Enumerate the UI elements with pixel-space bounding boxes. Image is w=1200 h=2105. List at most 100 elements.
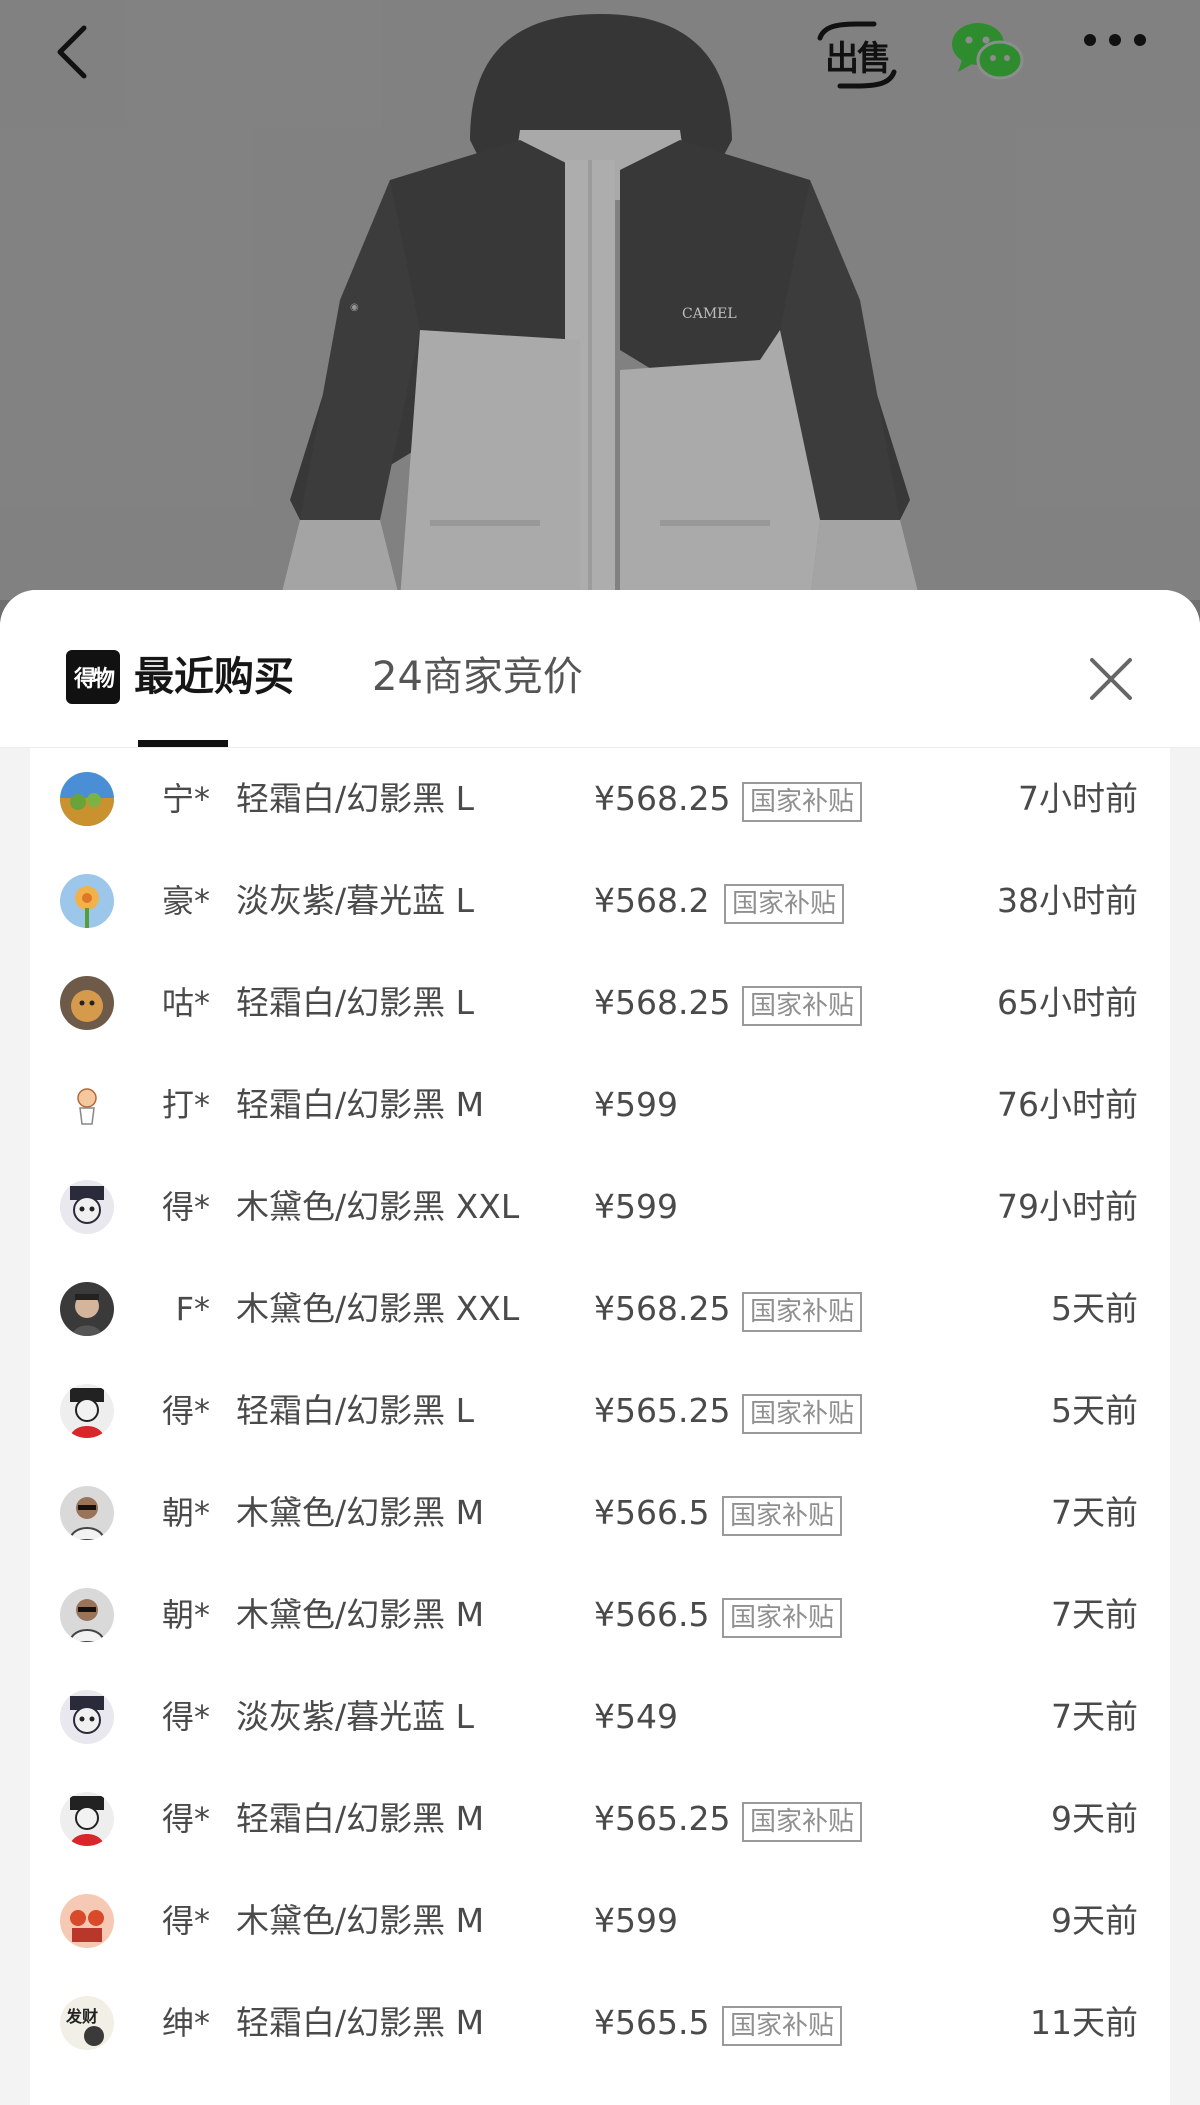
subsidy-badge: 国家补贴: [742, 1292, 863, 1332]
more-options-icon[interactable]: [1080, 30, 1164, 80]
list-item: F* 木黛色/幻影黑 XXL ¥568.25 国家补贴 5天前: [30, 1258, 1170, 1360]
price: ¥549: [594, 1697, 678, 1736]
purchase-time: 7小时前: [1018, 779, 1138, 818]
price: ¥599: [594, 1187, 678, 1226]
subsidy-badge: 国家补贴: [742, 986, 863, 1026]
list-item: 发财 绅* 轻霜白/幻影黑 M ¥565.5 国家补贴 11天前: [30, 1972, 1170, 2074]
subsidy-badge: 国家补贴: [722, 1598, 843, 1638]
list-item: 得* 淡灰紫/暮光蓝 L ¥549 7天前: [30, 1666, 1170, 1768]
price: ¥599: [594, 1085, 678, 1124]
price: ¥566.5: [594, 1595, 710, 1634]
buyer-name: 得*: [161, 1392, 210, 1430]
subsidy-badge: 国家补贴: [722, 1496, 843, 1536]
purchase-time: 65小时前: [997, 983, 1138, 1022]
sku-spec: 轻霜白/幻影黑 L: [236, 983, 474, 1022]
avatar: [60, 772, 114, 826]
purchase-time: 76小时前: [997, 1085, 1138, 1124]
tab-merchant-bids[interactable]: 24商家竞价: [372, 650, 583, 704]
back-icon[interactable]: [52, 22, 112, 88]
sku-spec: 木黛色/幻影黑 M: [236, 1493, 485, 1532]
sku-spec: 木黛色/幻影黑 XXL: [236, 1289, 520, 1328]
price: ¥568.25: [594, 1289, 731, 1328]
recent-purchases-sheet: 得物 最近购买 24商家竞价 宁* 轻霜白/幻影黑 L ¥568.25 国家补贴…: [0, 590, 1200, 2105]
purchase-time: 7天前: [1051, 1595, 1138, 1634]
sku-spec: 淡灰紫/暮光蓝 L: [236, 1697, 474, 1736]
subsidy-badge: 国家补贴: [742, 1802, 863, 1842]
list-item: 朝* 木黛色/幻影黑 M ¥566.5 国家补贴 7天前: [30, 1462, 1170, 1564]
buyer-name: 得*: [161, 1902, 210, 1940]
purchase-time: 5天前: [1051, 1391, 1138, 1430]
buyer-name: 宁*: [161, 780, 210, 818]
tab-recent-purchases[interactable]: 最近购买: [134, 650, 294, 704]
subsidy-badge: 国家补贴: [724, 884, 845, 924]
subsidy-badge: 国家补贴: [742, 782, 863, 822]
list-item: 得* 木黛色/幻影黑 XXL ¥599 79小时前: [30, 1156, 1170, 1258]
avatar: [60, 1894, 114, 1948]
list-item: 朝* 木黛色/幻影黑 M ¥566.5 国家补贴 7天前: [30, 1564, 1170, 1666]
avatar: [60, 1078, 114, 1132]
price: ¥568.25: [594, 779, 731, 818]
list-item: 得* 轻霜白/幻影黑 M ¥565.25 国家补贴 9天前: [30, 1768, 1170, 1870]
price: ¥568.25: [594, 983, 731, 1022]
sheet-header: 得物 最近购买 24商家竞价: [0, 590, 1200, 748]
purchase-time: 9天前: [1051, 1799, 1138, 1838]
avatar: 发财: [60, 1996, 114, 2050]
purchase-list: 宁* 轻霜白/幻影黑 L ¥568.25 国家补贴 7小时前 豪* 淡灰紫/暮光…: [30, 748, 1170, 2105]
sku-spec: 轻霜白/幻影黑 L: [236, 779, 474, 818]
avatar: [60, 1384, 114, 1438]
active-tab-indicator: [138, 740, 228, 747]
purchase-time: 7天前: [1051, 1697, 1138, 1736]
purchase-time: 38小时前: [997, 881, 1138, 920]
buyer-name: 豪*: [161, 882, 210, 920]
list-item: 得* 木黛色/幻影黑 M ¥599 9天前: [30, 1870, 1170, 1972]
close-icon[interactable]: [1086, 654, 1136, 704]
purchase-time: 7天前: [1051, 1493, 1138, 1532]
sku-spec: 轻霜白/幻影黑 L: [236, 1391, 474, 1430]
sell-button[interactable]: 出售: [812, 18, 902, 92]
price: ¥565.25: [594, 1391, 731, 1430]
subsidy-badge: 国家补贴: [722, 2006, 843, 2046]
sku-spec: 轻霜白/幻影黑 M: [236, 2003, 485, 2042]
list-item: 咕* 轻霜白/幻影黑 L ¥568.25 国家补贴 65小时前: [30, 952, 1170, 1054]
avatar: [60, 1486, 114, 1540]
dewu-logo-icon: 得物: [66, 650, 120, 704]
price: ¥565.25: [594, 1799, 731, 1838]
buyer-name: 绅*: [161, 2004, 210, 2042]
buyer-name: 朝*: [161, 1494, 210, 1532]
sku-spec: 轻霜白/幻影黑 M: [236, 1799, 485, 1838]
buyer-name: 打*: [161, 1086, 210, 1124]
sku-spec: 轻霜白/幻影黑 M: [236, 1085, 485, 1124]
sku-spec: 木黛色/幻影黑 XXL: [236, 1187, 520, 1226]
avatar: [60, 1690, 114, 1744]
avatar: [60, 1588, 114, 1642]
list-item: 宁* 轻霜白/幻影黑 L ¥568.25 国家补贴 7小时前: [30, 748, 1170, 850]
wechat-share-icon[interactable]: [948, 20, 1028, 86]
buyer-name: 得*: [161, 1800, 210, 1838]
price: ¥565.5: [594, 2003, 710, 2042]
purchase-time: 11天前: [1030, 2003, 1138, 2042]
purchase-time: 5天前: [1051, 1289, 1138, 1328]
list-item: 得* 轻霜白/幻影黑 L ¥565.25 国家补贴 5天前: [30, 1360, 1170, 1462]
svg-text:发财: 发财: [65, 2007, 98, 2026]
list-item: 打* 轻霜白/幻影黑 M ¥599 76小时前: [30, 1054, 1170, 1156]
buyer-name: 朝*: [161, 1596, 210, 1634]
purchase-time: 9天前: [1051, 1901, 1138, 1940]
price: ¥599: [594, 1901, 678, 1940]
sku-spec: 木黛色/幻影黑 M: [236, 1901, 485, 1940]
avatar: [60, 1180, 114, 1234]
avatar: [60, 1792, 114, 1846]
avatar: [60, 874, 114, 928]
buyer-name: 得*: [161, 1698, 210, 1736]
buyer-name: 咕*: [161, 984, 210, 1022]
sku-spec: 淡灰紫/暮光蓝 L: [236, 881, 474, 920]
buyer-name: F*: [175, 1290, 210, 1328]
price: ¥566.5: [594, 1493, 710, 1532]
avatar: [60, 1282, 114, 1336]
sku-spec: 木黛色/幻影黑 M: [236, 1595, 485, 1634]
buyer-name: 得*: [161, 1188, 210, 1226]
avatar: [60, 976, 114, 1030]
subsidy-badge: 国家补贴: [742, 1394, 863, 1434]
product-image: CAMEL ◉ 出售: [0, 0, 1200, 600]
purchase-time: 79小时前: [997, 1187, 1138, 1226]
price: ¥568.2: [594, 881, 710, 920]
